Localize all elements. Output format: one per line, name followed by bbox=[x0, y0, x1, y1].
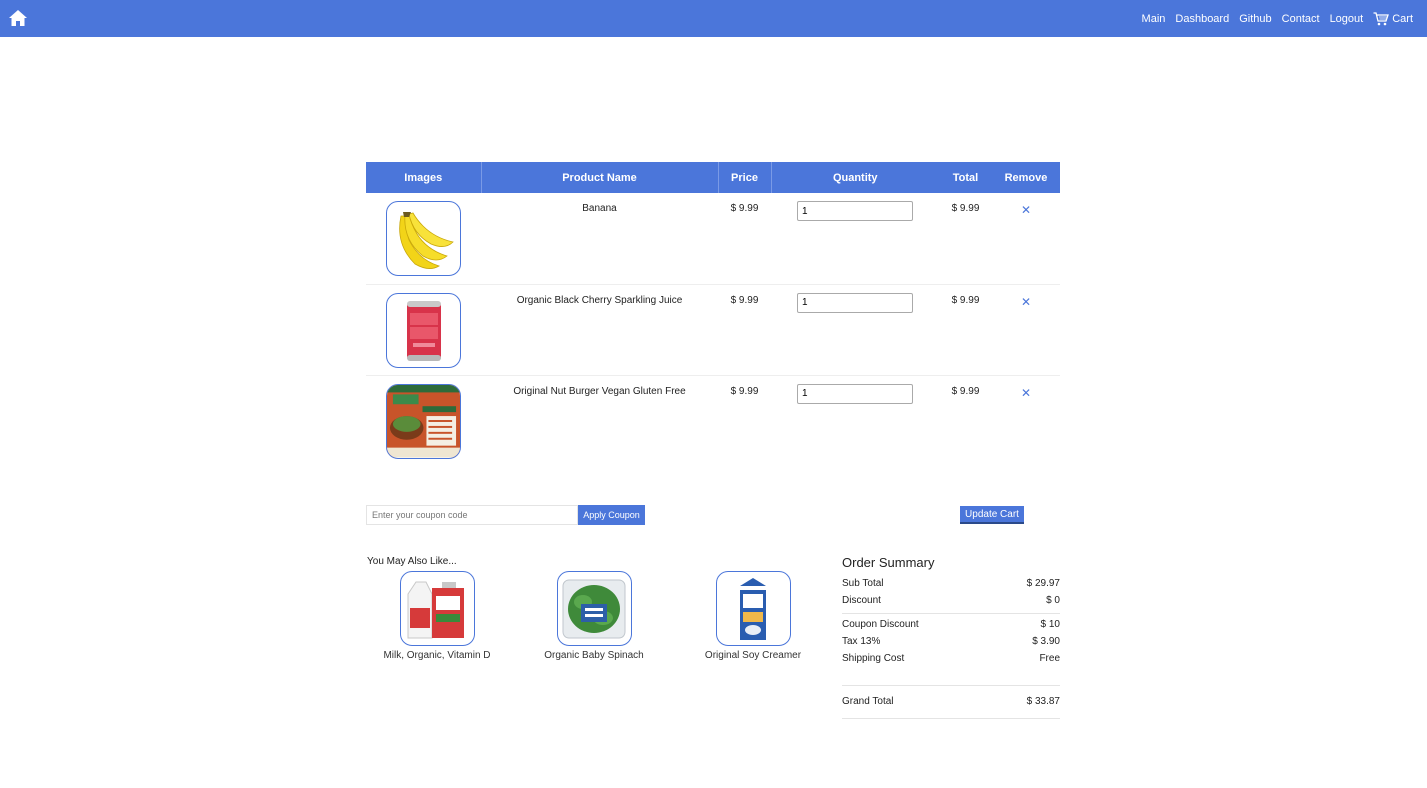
header-images: Images bbox=[366, 162, 482, 193]
recommendation-image bbox=[399, 571, 475, 646]
cart-link-label: Cart bbox=[1392, 12, 1413, 25]
quantity-input[interactable] bbox=[797, 383, 913, 404]
banana-image bbox=[398, 211, 454, 269]
nav-cart-link[interactable]: Cart bbox=[1373, 11, 1413, 26]
soy-creamer-carton-image bbox=[740, 577, 766, 640]
order-summary: Order Summary Sub Total $ 29.97 Discount… bbox=[842, 555, 1060, 721]
nav-main-link[interactable]: Main bbox=[1142, 13, 1166, 25]
quantity-input[interactable] bbox=[797, 201, 913, 221]
recommendation-image bbox=[715, 571, 791, 646]
table-row: Original Nut Burger Vegan Gluten Free $ … bbox=[366, 375, 1060, 466]
grand-total-label: Grand Total bbox=[842, 695, 894, 707]
product-image-cherry-juice[interactable] bbox=[386, 292, 461, 368]
discount-row: Discount $ 0 bbox=[842, 592, 1060, 609]
coupon-code-input[interactable] bbox=[366, 505, 578, 525]
tax-label: Tax 13% bbox=[842, 636, 881, 647]
summary-divider bbox=[842, 613, 1060, 614]
recommendation-spinach[interactable]: Organic Baby Spinach bbox=[524, 571, 664, 661]
grand-total-value: $ 33.87 bbox=[1026, 695, 1060, 707]
recommendation-name: Milk, Organic, Vitamin D bbox=[383, 650, 491, 661]
product-total-cell: $ 9.99 bbox=[939, 284, 992, 376]
header-price: Price bbox=[718, 162, 772, 193]
recommendation-name: Organic Baby Spinach bbox=[544, 650, 644, 661]
summary-divider bbox=[842, 685, 1060, 686]
quantity-input[interactable] bbox=[797, 292, 913, 313]
header-total: Total bbox=[939, 162, 992, 193]
tax-value: $ 3.90 bbox=[1032, 636, 1060, 647]
product-price-cell: $ 9.99 bbox=[730, 385, 759, 397]
shipping-value: Free bbox=[1039, 653, 1060, 664]
top-navbar: Main Dashboard Github Contact Logout Car… bbox=[0, 0, 1427, 37]
product-image-nut-burger[interactable] bbox=[386, 383, 461, 459]
cart-table: Images Product Name Price Quantity Total… bbox=[366, 162, 1060, 466]
table-row: Banana $ 9.99 $ 9.99 ✕ bbox=[366, 193, 1060, 285]
recommendations-title: You May Also Like... bbox=[367, 556, 457, 567]
grand-total-row: Grand Total $ 33.87 bbox=[842, 688, 1060, 714]
summary-divider bbox=[842, 718, 1060, 719]
header-quantity: Quantity bbox=[771, 162, 939, 193]
sub-total-label: Sub Total bbox=[842, 578, 884, 589]
recommendation-soy-creamer[interactable]: Original Soy Creamer bbox=[683, 571, 823, 661]
sub-total-row: Sub Total $ 29.97 bbox=[842, 575, 1060, 592]
product-name-cell: Banana bbox=[481, 193, 718, 285]
product-price-cell: $ 9.99 bbox=[718, 284, 771, 376]
remove-icon[interactable]: ✕ bbox=[1021, 386, 1031, 400]
nav-dashboard-link[interactable]: Dashboard bbox=[1175, 13, 1229, 25]
coupon-discount-label: Coupon Discount bbox=[842, 619, 919, 630]
nav-contact-link[interactable]: Contact bbox=[1282, 13, 1320, 25]
discount-label: Discount bbox=[842, 595, 881, 606]
nut-burger-box-image bbox=[387, 384, 460, 458]
table-header-row: Images Product Name Price Quantity Total… bbox=[366, 162, 1060, 193]
coupon-discount-row: Coupon Discount $ 10 bbox=[842, 616, 1060, 633]
spinach-box-image bbox=[562, 579, 626, 638]
nav-logout-link[interactable]: Logout bbox=[1330, 13, 1364, 25]
home-icon[interactable] bbox=[8, 9, 28, 27]
recommendation-name: Original Soy Creamer bbox=[704, 650, 802, 661]
shipping-label: Shipping Cost bbox=[842, 653, 905, 664]
milk-jugs-image bbox=[407, 581, 464, 638]
apply-coupon-button[interactable]: Apply Coupon bbox=[578, 505, 645, 525]
tax-row: Tax 13% $ 3.90 bbox=[842, 633, 1060, 650]
remove-icon[interactable]: ✕ bbox=[1021, 295, 1031, 309]
table-row: Organic Black Cherry Sparkling Juice $ 9… bbox=[366, 284, 1060, 376]
recommendation-image bbox=[556, 571, 632, 646]
product-total-cell: $ 9.99 bbox=[939, 193, 992, 285]
product-total-cell: $ 9.99 bbox=[951, 385, 980, 397]
sub-total-value: $ 29.97 bbox=[1026, 578, 1060, 589]
header-product-name: Product Name bbox=[481, 162, 719, 193]
header-remove: Remove bbox=[992, 162, 1060, 193]
shipping-row: Shipping Cost Free bbox=[842, 650, 1060, 667]
nav-links: Main Dashboard Github Contact Logout Car… bbox=[1142, 0, 1413, 37]
coupon-discount-value: $ 10 bbox=[1040, 619, 1060, 630]
soda-can-image bbox=[406, 301, 441, 361]
remove-icon[interactable]: ✕ bbox=[1021, 203, 1031, 217]
update-cart-button[interactable]: Update Cart bbox=[960, 506, 1024, 524]
product-name-cell: Original Nut Burger Vegan Gluten Free bbox=[513, 385, 686, 397]
product-image-banana[interactable] bbox=[386, 201, 461, 276]
product-name-cell: Organic Black Cherry Sparkling Juice bbox=[481, 284, 718, 376]
product-price-cell: $ 9.99 bbox=[718, 193, 771, 285]
order-summary-title: Order Summary bbox=[842, 555, 935, 570]
cart-icon bbox=[1373, 11, 1390, 25]
nav-github-link[interactable]: Github bbox=[1239, 13, 1271, 25]
recommendation-milk[interactable]: Milk, Organic, Vitamin D bbox=[367, 571, 507, 661]
discount-value: $ 0 bbox=[1046, 595, 1060, 606]
